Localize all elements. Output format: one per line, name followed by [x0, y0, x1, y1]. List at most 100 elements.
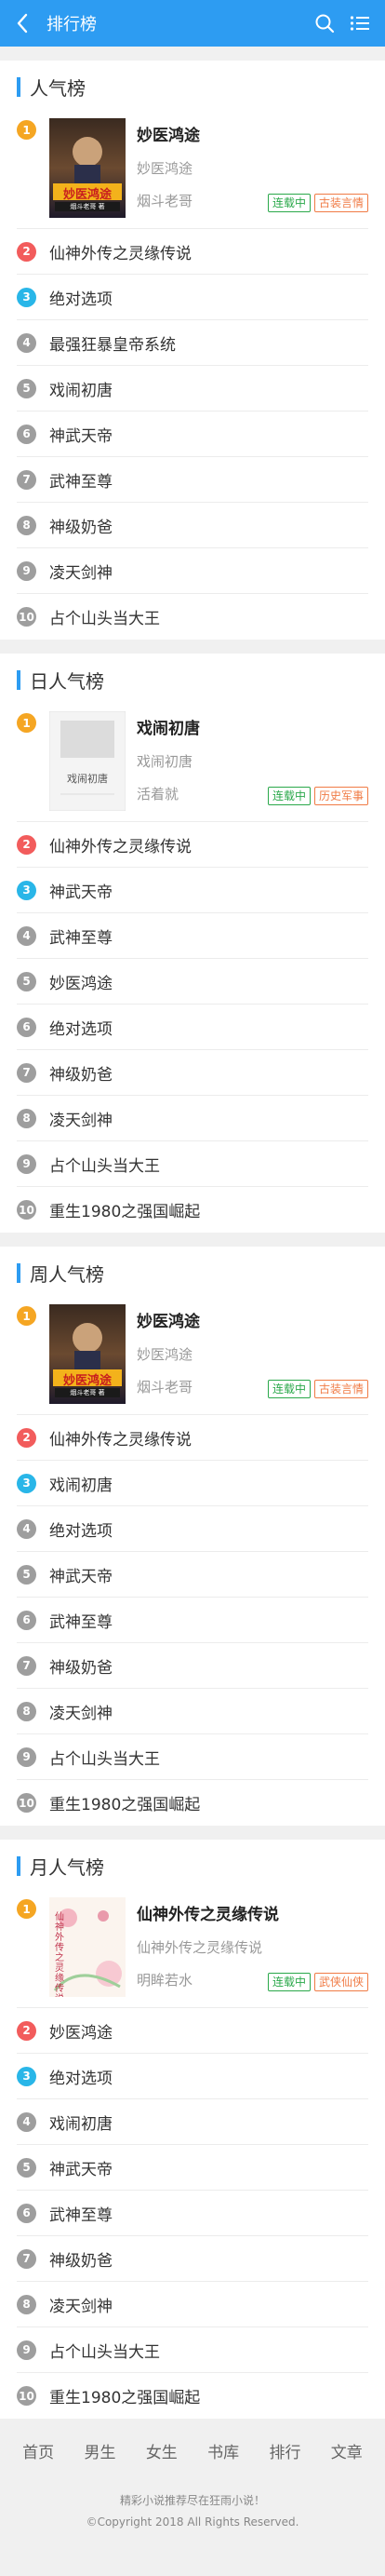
book-title[interactable]: 神级奶爸	[49, 2247, 113, 2271]
book-title[interactable]: 武神至尊	[49, 468, 113, 492]
book-title[interactable]: 戏闹初唐	[49, 1472, 113, 1495]
book-title[interactable]: 仙神外传之灵缘传说	[49, 240, 192, 263]
list-item[interactable]: 7 神级奶爸	[17, 2236, 368, 2282]
top-book-item[interactable]: 1 妙医鸿途 烟斗老哥 著 妙医鸿途 妙医鸿途 烟斗老哥 连载中 古装言情	[17, 1299, 368, 1415]
book-cover[interactable]: 仙神外传之灵缘传说	[49, 1897, 126, 1997]
list-item[interactable]: 3 绝对选项	[17, 2054, 368, 2099]
book-title[interactable]: 妙医鸿途	[137, 1308, 368, 1331]
list-item[interactable]: 8 凌天剑神	[17, 1689, 368, 1734]
book-title[interactable]: 戏闹初唐	[49, 2111, 113, 2134]
list-item[interactable]: 2 仙神外传之灵缘传说	[17, 229, 368, 275]
book-title[interactable]: 神武天帝	[49, 423, 113, 446]
book-title[interactable]: 仙神外传之灵缘传说	[49, 1426, 192, 1450]
list-item[interactable]: 9 占个山头当大王	[17, 2327, 368, 2373]
list-item[interactable]: 6 武神至尊	[17, 2191, 368, 2236]
list-item[interactable]: 6 绝对选项	[17, 1005, 368, 1050]
top-book-item[interactable]: 1 妙医鸿途 烟斗老哥 著 妙医鸿途 妙医鸿途 烟斗老哥 连载中 古装言情	[17, 113, 368, 229]
menu-list-icon[interactable]	[346, 9, 374, 37]
rank-badge: 8	[17, 1701, 36, 1721]
book-title[interactable]: 重生1980之强国崛起	[49, 1791, 200, 1814]
list-item[interactable]: 10 重生1980之强国崛起	[17, 1780, 368, 1826]
book-title[interactable]: 凌天剑神	[49, 1107, 113, 1130]
list-item[interactable]: 9 占个山头当大王	[17, 1141, 368, 1187]
book-title[interactable]: 占个山头当大王	[49, 1153, 160, 1176]
book-title[interactable]: 凌天剑神	[49, 560, 113, 583]
list-item[interactable]: 3 戏闹初唐	[17, 1461, 368, 1506]
book-title[interactable]: 妙医鸿途	[49, 970, 113, 993]
list-item[interactable]: 8 神级奶爸	[17, 503, 368, 548]
section-accent-bar	[17, 669, 20, 690]
book-title[interactable]: 绝对选项	[49, 1517, 113, 1541]
book-title[interactable]: 妙医鸿途	[137, 122, 368, 145]
list-item[interactable]: 5 神武天帝	[17, 2145, 368, 2191]
book-title[interactable]: 重生1980之强国崛起	[49, 1198, 200, 1221]
list-item[interactable]: 10 占个山头当大王	[17, 594, 368, 640]
footer-link-ranking[interactable]: 排行	[269, 2439, 300, 2462]
book-title[interactable]: 占个山头当大王	[49, 2339, 160, 2362]
book-title[interactable]: 占个山头当大王	[49, 1746, 160, 1769]
footer: 首页 男生 女生 书库 排行 文章 精彩小说推荐尽在狂雨小说！ ©Copyrig…	[0, 2419, 385, 2529]
list-item[interactable]: 6 神武天帝	[17, 411, 368, 457]
list-item[interactable]: 4 戏闹初唐	[17, 2099, 368, 2145]
list-item[interactable]: 10 重生1980之强国崛起	[17, 1187, 368, 1233]
list-item[interactable]: 8 凌天剑神	[17, 2282, 368, 2327]
section-accent-bar	[17, 1855, 20, 1876]
list-item[interactable]: 4 最强狂暴皇帝系统	[17, 320, 368, 366]
footer-link-female[interactable]: 女生	[146, 2439, 178, 2462]
book-title[interactable]: 戏闹初唐	[137, 715, 368, 738]
book-title[interactable]: 凌天剑神	[49, 2293, 113, 2316]
footer-copyright: ©Copyright 2018 All Rights Reserved.	[86, 2515, 299, 2529]
book-title[interactable]: 绝对选项	[49, 2065, 113, 2088]
book-title[interactable]: 仙神外传之灵缘传说	[137, 1901, 368, 1924]
book-title[interactable]: 凌天剑神	[49, 1700, 113, 1723]
list-item[interactable]: 9 凌天剑神	[17, 548, 368, 594]
book-title[interactable]: 武神至尊	[49, 924, 113, 948]
list-item[interactable]: 2 仙神外传之灵缘传说	[17, 1415, 368, 1461]
search-icon[interactable]	[311, 9, 339, 37]
book-title[interactable]: 神武天帝	[49, 2156, 113, 2179]
list-item[interactable]: 9 占个山头当大王	[17, 1734, 368, 1780]
section-title: 人气榜	[30, 76, 86, 100]
book-title[interactable]: 戏闹初唐	[49, 377, 113, 400]
list-item[interactable]: 8 凌天剑神	[17, 1096, 368, 1141]
book-title[interactable]: 神级奶爸	[49, 1061, 113, 1085]
book-title[interactable]: 神武天帝	[49, 1563, 113, 1586]
list-item[interactable]: 7 神级奶爸	[17, 1643, 368, 1689]
book-title[interactable]: 重生1980之强国崛起	[49, 2384, 200, 2407]
footer-link-home[interactable]: 首页	[22, 2439, 54, 2462]
book-cover[interactable]: 戏闹初唐	[49, 711, 126, 811]
back-arrow-icon[interactable]	[11, 12, 33, 34]
footer-link-articles[interactable]: 文章	[331, 2439, 363, 2462]
book-title[interactable]: 绝对选项	[49, 1016, 113, 1039]
ranking-section: 周人气榜 1 妙医鸿途 烟斗老哥 著 妙医鸿途 妙医鸿途 烟斗老哥 连载中 古装…	[0, 1247, 385, 1826]
book-title[interactable]: 占个山头当大王	[49, 605, 160, 628]
book-title[interactable]: 神武天帝	[49, 879, 113, 902]
list-item[interactable]: 3 神武天帝	[17, 868, 368, 913]
book-title[interactable]: 最强狂暴皇帝系统	[49, 331, 176, 355]
list-item[interactable]: 2 仙神外传之灵缘传说	[17, 822, 368, 868]
list-item[interactable]: 2 妙医鸿途	[17, 2008, 368, 2054]
list-item[interactable]: 6 武神至尊	[17, 1598, 368, 1643]
list-item[interactable]: 7 武神至尊	[17, 457, 368, 503]
book-title[interactable]: 武神至尊	[49, 2202, 113, 2225]
list-item[interactable]: 5 神武天帝	[17, 1552, 368, 1598]
book-title[interactable]: 妙医鸿途	[49, 2019, 113, 2043]
book-title[interactable]: 仙神外传之灵缘传说	[49, 833, 192, 856]
list-item[interactable]: 5 戏闹初唐	[17, 366, 368, 411]
book-title[interactable]: 神级奶爸	[49, 514, 113, 537]
book-title[interactable]: 神级奶爸	[49, 1654, 113, 1678]
book-cover[interactable]: 妙医鸿途 烟斗老哥 著	[49, 118, 126, 218]
list-item[interactable]: 4 绝对选项	[17, 1506, 368, 1552]
list-item[interactable]: 3 绝对选项	[17, 275, 368, 320]
book-cover[interactable]: 妙医鸿途 烟斗老哥 著	[49, 1304, 126, 1404]
list-item[interactable]: 5 妙医鸿途	[17, 959, 368, 1005]
book-title[interactable]: 绝对选项	[49, 286, 113, 309]
book-title[interactable]: 武神至尊	[49, 1609, 113, 1632]
top-book-item[interactable]: 1 仙神外传之灵缘传说 仙神外传之灵缘传说 仙神外传之灵缘传说 明眸若水 连载中…	[17, 1892, 368, 2008]
list-item[interactable]: 4 武神至尊	[17, 913, 368, 959]
footer-link-library[interactable]: 书库	[207, 2439, 239, 2462]
top-book-item[interactable]: 1 戏闹初唐 戏闹初唐 戏闹初唐 活着就 连载中 历史军事	[17, 706, 368, 822]
list-item[interactable]: 7 神级奶爸	[17, 1050, 368, 1096]
list-item[interactable]: 10 重生1980之强国崛起	[17, 2373, 368, 2419]
footer-link-male[interactable]: 男生	[84, 2439, 115, 2462]
